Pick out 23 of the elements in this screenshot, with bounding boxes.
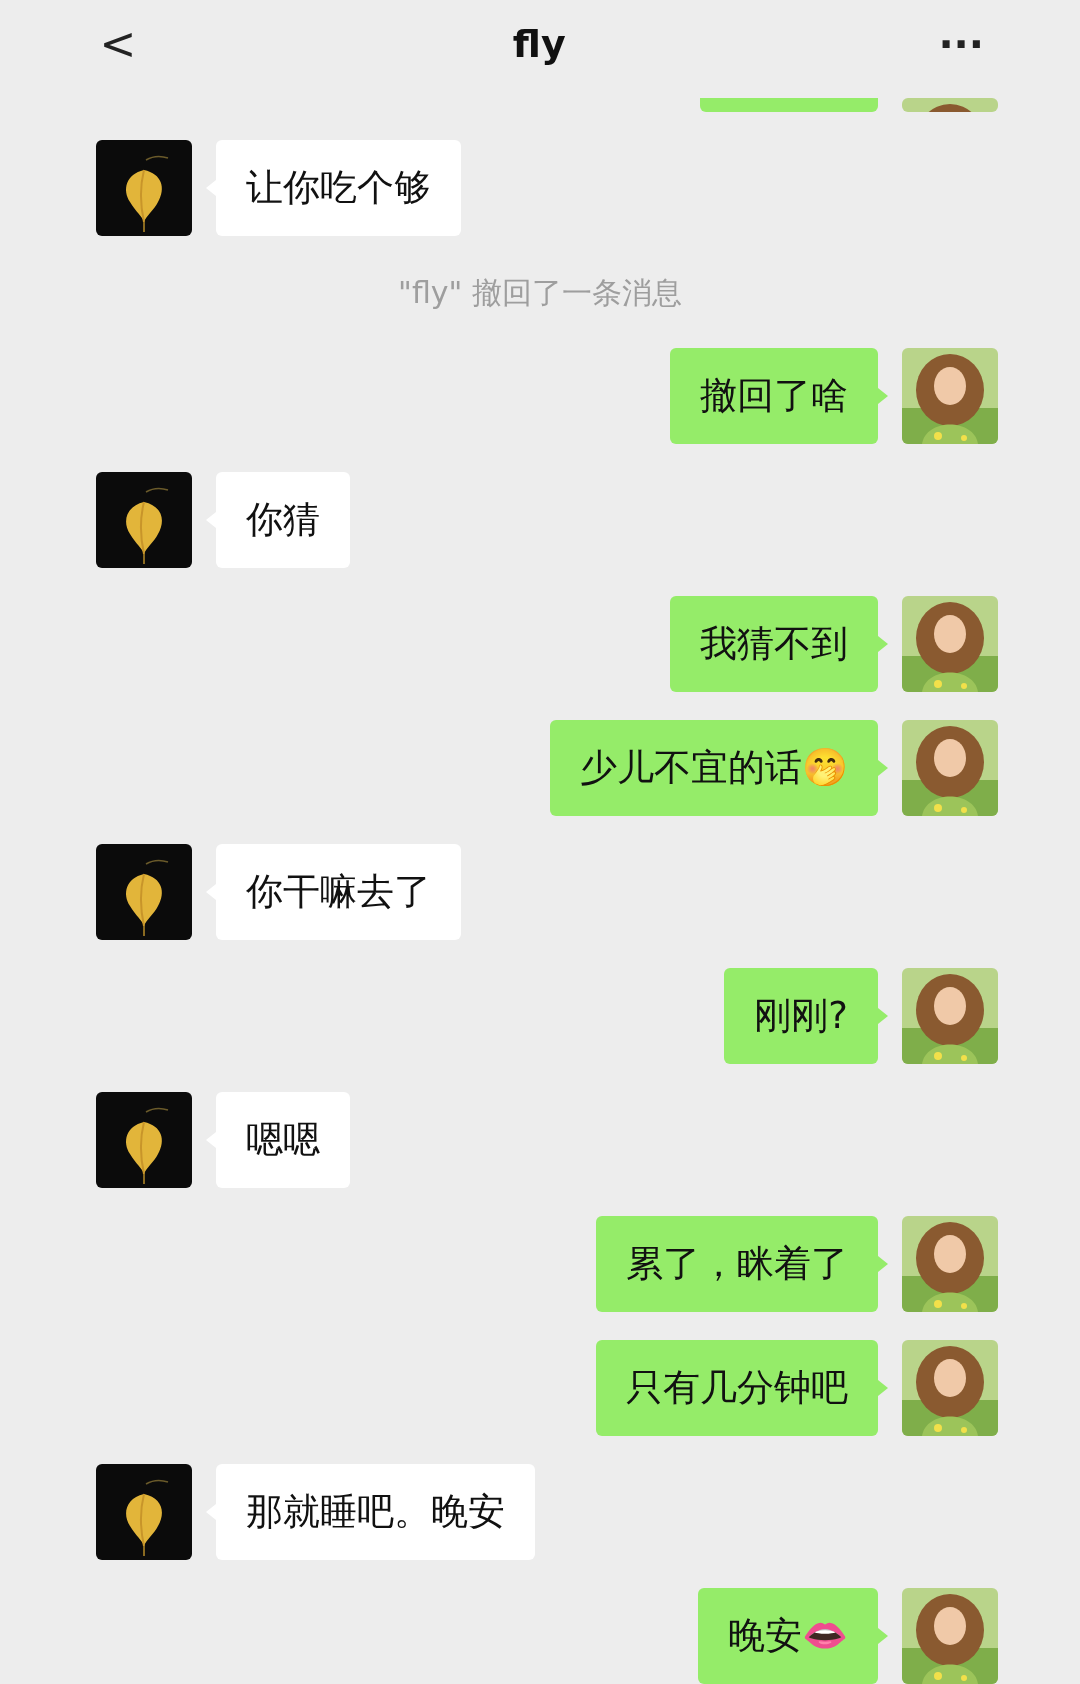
more-button[interactable]: ··· (938, 14, 984, 74)
chat-title: fly (512, 20, 566, 68)
message-bubble: 少儿不宜的话🤭 (550, 720, 878, 816)
bubble-pointer (878, 1256, 888, 1272)
bubble-pointer (878, 760, 888, 776)
back-button[interactable]: < (96, 11, 140, 77)
message-bubble: 让你吃个够 (216, 140, 461, 236)
message-bubble: 你猜 (216, 472, 350, 568)
message-bubble: 只有几分钟吧 (596, 1340, 878, 1436)
bubble-pointer (878, 636, 888, 652)
message-bubble: 撤回了啥 (670, 348, 878, 444)
message-bubble: 刚刚? (724, 968, 878, 1064)
message-bubble: 那就睡吧。晚安 (216, 1464, 535, 1560)
message-bubble: 我猜不到 (670, 596, 878, 692)
message-bubble: 嗯嗯 (216, 1092, 350, 1188)
bubble-pointer (878, 388, 888, 404)
bubble-pointer (878, 1008, 888, 1024)
bubble-pointer (878, 1628, 888, 1644)
message-bubble: 晚安👄 (698, 1588, 878, 1684)
message-bubble: 你干嘛去了 (216, 844, 461, 940)
bubble-pointer (878, 1380, 888, 1396)
message-bubble: 累了，眯着了 (596, 1216, 878, 1312)
recall-notice: "fly" 撤回了一条消息 (398, 273, 682, 312)
